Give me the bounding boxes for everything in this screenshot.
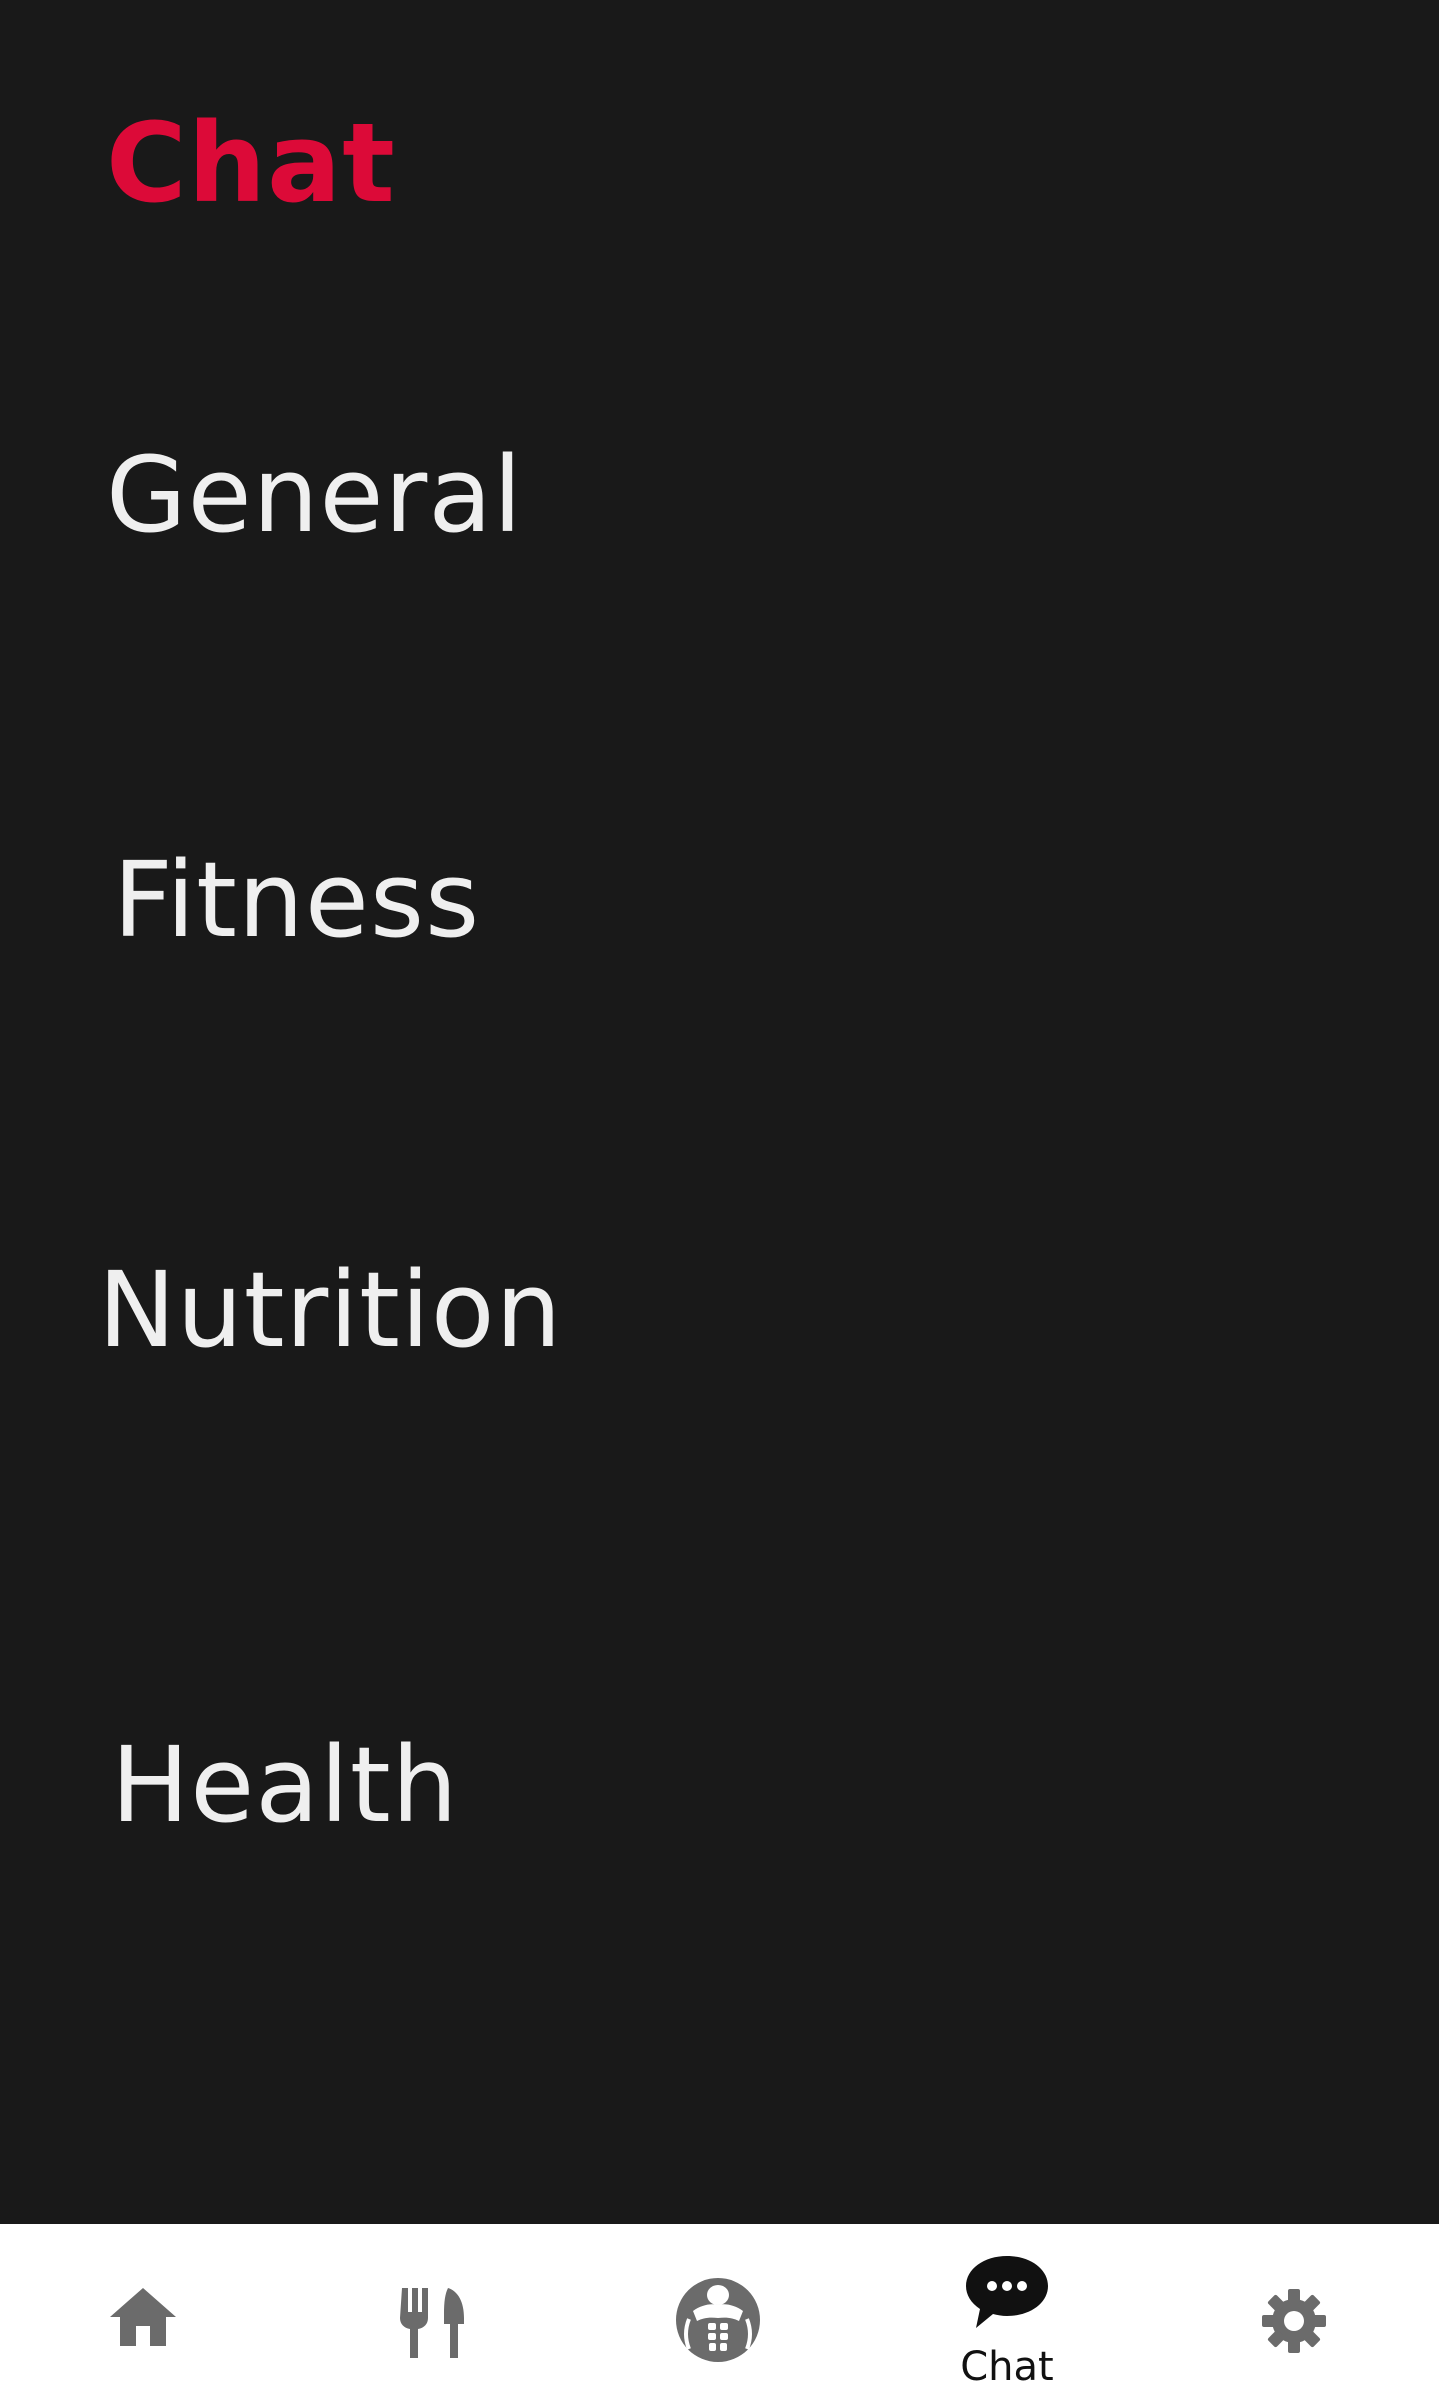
- nav-item-settings[interactable]: [1194, 2224, 1394, 2407]
- category-health[interactable]: Health: [0, 1635, 1439, 1935]
- bottom-navigation-bar: Chat: [0, 2224, 1439, 2407]
- chat-screen: Chat General Fitness Nutrition Health Ch…: [0, 0, 1439, 2407]
- category-label: Fitness: [113, 839, 481, 961]
- category-label: General: [106, 434, 523, 556]
- category-label: Health: [111, 1724, 459, 1846]
- nav-label-chat: Chat: [960, 2344, 1054, 2390]
- nav-item-meals[interactable]: [332, 2224, 532, 2407]
- muscle-body-icon: [676, 2278, 760, 2362]
- category-general[interactable]: General: [0, 345, 1439, 645]
- nav-item-body[interactable]: [618, 2224, 818, 2407]
- nav-item-home[interactable]: [43, 2224, 243, 2407]
- chat-bubble-icon: [966, 2256, 1048, 2328]
- category-fitness[interactable]: Fitness: [0, 750, 1439, 1050]
- category-label: Nutrition: [98, 1249, 563, 1371]
- category-nutrition[interactable]: Nutrition: [0, 1160, 1439, 1460]
- fork-knife-icon: [400, 2288, 464, 2358]
- gear-icon: [1262, 2289, 1326, 2353]
- home-icon: [110, 2288, 176, 2346]
- nav-item-chat[interactable]: Chat: [907, 2224, 1107, 2407]
- page-title: Chat: [106, 99, 396, 227]
